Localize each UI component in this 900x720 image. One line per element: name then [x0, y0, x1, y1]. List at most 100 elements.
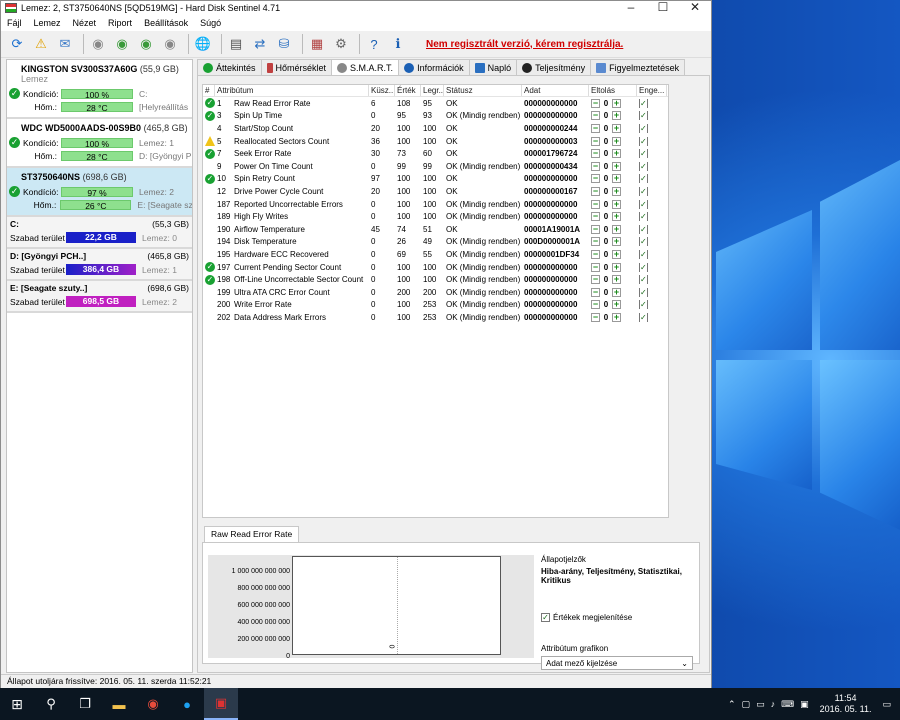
- col-header-offset[interactable]: Eltolás: [589, 85, 637, 96]
- keyboard-icon[interactable]: ⌨: [781, 699, 794, 710]
- table-row[interactable]: ✓ 3 Spin Up Time 0 95 93 OK (Mindig rendben) 00…: [203, 110, 668, 123]
- start-button[interactable]: ⊞: [0, 688, 34, 720]
- minus-icon[interactable]: −: [591, 287, 600, 297]
- tab-smart[interactable]: S.M.A.R.T.: [331, 59, 400, 75]
- col-header-status[interactable]: Státusz: [444, 85, 522, 96]
- enabled-checkbox[interactable]: ✓: [639, 249, 648, 259]
- warning-report-icon[interactable]: ⚠: [31, 34, 51, 54]
- enabled-checkbox[interactable]: ✓: [639, 123, 648, 133]
- col-header-worst[interactable]: Legr...: [421, 85, 444, 96]
- table-row[interactable]: 187 Reported Uncorrectable Errors 0 100 100 O…: [203, 198, 668, 211]
- offset-stepper[interactable]: −0 +: [591, 224, 637, 234]
- offset-stepper[interactable]: −0 +: [591, 199, 637, 209]
- offset-stepper[interactable]: −0 +: [591, 98, 637, 108]
- minus-icon[interactable]: −: [591, 136, 600, 146]
- title-bar[interactable]: Lemez: 2, ST3750640NS [5QD519MG] - Hard …: [1, 0, 711, 15]
- plus-icon[interactable]: +: [612, 275, 621, 285]
- minus-icon[interactable]: −: [591, 98, 600, 108]
- disk-short-test-icon[interactable]: ◉: [136, 34, 156, 54]
- enabled-checkbox[interactable]: ✓: [639, 275, 648, 285]
- enabled-checkbox[interactable]: ✓: [639, 186, 648, 196]
- drive-item-kingston[interactable]: KINGSTON SV300S37A60G (55,9 GB) Lemez ✓ K…: [7, 60, 192, 119]
- plus-icon[interactable]: +: [612, 237, 621, 247]
- help-icon[interactable]: ?: [364, 34, 384, 54]
- minus-icon[interactable]: −: [591, 111, 600, 121]
- enabled-checkbox[interactable]: ✓: [639, 212, 648, 222]
- offset-stepper[interactable]: −0 +: [591, 161, 637, 171]
- show-values-checkbox[interactable]: ✓: [541, 613, 550, 622]
- enabled-checkbox[interactable]: ✓: [639, 312, 648, 322]
- offset-stepper[interactable]: −0 +: [591, 174, 637, 184]
- taskbar-hdsentinel[interactable]: ▣: [204, 688, 238, 720]
- minus-icon[interactable]: −: [591, 249, 600, 259]
- col-header-attribute[interactable]: Attribútum: [215, 85, 369, 96]
- table-row[interactable]: 199 Ultra ATA CRC Error Count 0 200 200 OK (M…: [203, 286, 668, 299]
- taskbar-explorer[interactable]: ▬: [102, 688, 136, 720]
- minus-icon[interactable]: −: [591, 161, 600, 171]
- plus-icon[interactable]: +: [612, 149, 621, 159]
- clock[interactable]: 11:54 2016. 05. 11.: [820, 693, 872, 715]
- email-icon[interactable]: ✉: [55, 34, 75, 54]
- send-report-icon[interactable]: ⇄: [250, 34, 270, 54]
- drive-item-st3750640ns[interactable]: ST3750640NS (698,6 GB) ✓ Kondíció: 97 % Lem…: [7, 168, 192, 217]
- col-header-number[interactable]: #: [203, 85, 215, 96]
- disk-extended-test-icon[interactable]: ◉: [160, 34, 180, 54]
- plus-icon[interactable]: +: [612, 174, 621, 184]
- plus-icon[interactable]: +: [612, 161, 621, 171]
- registration-warning-link[interactable]: Nem regisztrált verzió, kérem regisztrál…: [426, 39, 623, 50]
- minus-icon[interactable]: −: [591, 149, 600, 159]
- enabled-checkbox[interactable]: ✓: [639, 98, 648, 108]
- offset-stepper[interactable]: −0 +: [591, 300, 637, 310]
- table-row[interactable]: ✓ 198 Off-Line Uncorrectable Sector Count 0…: [203, 273, 668, 286]
- partition-item-c[interactable]: C: (55,3 GB) Szabad terület 22,2 GB Lemez: …: [7, 217, 192, 249]
- tab-alerts[interactable]: Figyelmeztetések: [590, 59, 686, 75]
- table-row[interactable]: 5 Reallocated Sectors Count 36 100 100 OK 0000…: [203, 135, 668, 148]
- plus-icon[interactable]: +: [612, 312, 621, 322]
- disk-surface-icon[interactable]: ◉: [112, 34, 132, 54]
- enabled-checkbox[interactable]: ✓: [639, 287, 648, 297]
- offset-stepper[interactable]: −0 +: [591, 262, 637, 272]
- table-row[interactable]: ✓ 10 Spin Retry Count 97 100 100 OK 00000000000…: [203, 173, 668, 186]
- minus-icon[interactable]: −: [591, 186, 600, 196]
- col-header-threshold[interactable]: Küsz...: [369, 85, 395, 96]
- minus-icon[interactable]: −: [591, 174, 600, 184]
- plus-icon[interactable]: +: [612, 212, 621, 222]
- plus-icon[interactable]: +: [612, 98, 621, 108]
- plus-icon[interactable]: +: [612, 300, 621, 310]
- offset-stepper[interactable]: −0 +: [591, 287, 637, 297]
- taskbar-chrome[interactable]: ◉: [136, 688, 170, 720]
- table-row[interactable]: ✓ 1 Raw Read Error Rate 6 108 95 OK 00000000000…: [203, 97, 668, 110]
- menu-settings[interactable]: Beállítások: [144, 18, 188, 28]
- minus-icon[interactable]: −: [591, 262, 600, 272]
- partition-item-e[interactable]: E: [Seagate szuty..] (698,6 GB) Szabad te…: [7, 281, 192, 313]
- plus-icon[interactable]: +: [612, 111, 621, 121]
- plus-icon[interactable]: +: [612, 186, 621, 196]
- settings-icon[interactable]: ⚙: [331, 34, 351, 54]
- offset-stepper[interactable]: −0 +: [591, 149, 637, 159]
- plus-icon[interactable]: +: [612, 123, 621, 133]
- col-header-value[interactable]: Érték: [395, 85, 421, 96]
- info-icon[interactable]: ℹ: [388, 34, 408, 54]
- network-icon[interactable]: ⛁: [274, 34, 294, 54]
- menu-report[interactable]: Riport: [108, 18, 132, 28]
- maximize-button[interactable]: ☐: [647, 0, 679, 15]
- table-row[interactable]: 190 Airflow Temperature 45 74 51 OK 00001A1900…: [203, 223, 668, 236]
- table-row[interactable]: 194 Disk Temperature 0 26 49 OK (Mindig rendb…: [203, 236, 668, 249]
- minus-icon[interactable]: −: [591, 237, 600, 247]
- enabled-checkbox[interactable]: ✓: [639, 174, 648, 184]
- enabled-checkbox[interactable]: ✓: [639, 300, 648, 310]
- drive-item-wdc[interactable]: WDC WD5000AADS-00S9B0 (465,8 GB) ✓ Kondíc…: [7, 119, 192, 168]
- table-row[interactable]: 202 Data Address Mark Errors 0 100 253 OK (Mi…: [203, 311, 668, 324]
- offset-stepper[interactable]: −0 +: [591, 237, 637, 247]
- table-row[interactable]: 4 Start/Stop Count 20 100 100 OK 000000000244 −…: [203, 122, 668, 135]
- table-row[interactable]: 200 Write Error Rate 0 100 253 OK (Mindig ren…: [203, 299, 668, 312]
- minus-icon[interactable]: −: [591, 212, 600, 222]
- minus-icon[interactable]: −: [591, 312, 600, 322]
- tab-information[interactable]: Információk: [398, 59, 470, 75]
- enabled-checkbox[interactable]: ✓: [639, 199, 648, 209]
- table-row[interactable]: 195 Hardware ECC Recovered 0 69 55 OK (Mindig…: [203, 248, 668, 261]
- tab-performance[interactable]: Teljesítmény: [516, 59, 592, 75]
- plus-icon[interactable]: +: [612, 262, 621, 272]
- enabled-checkbox[interactable]: ✓: [639, 136, 648, 146]
- minus-icon[interactable]: −: [591, 199, 600, 209]
